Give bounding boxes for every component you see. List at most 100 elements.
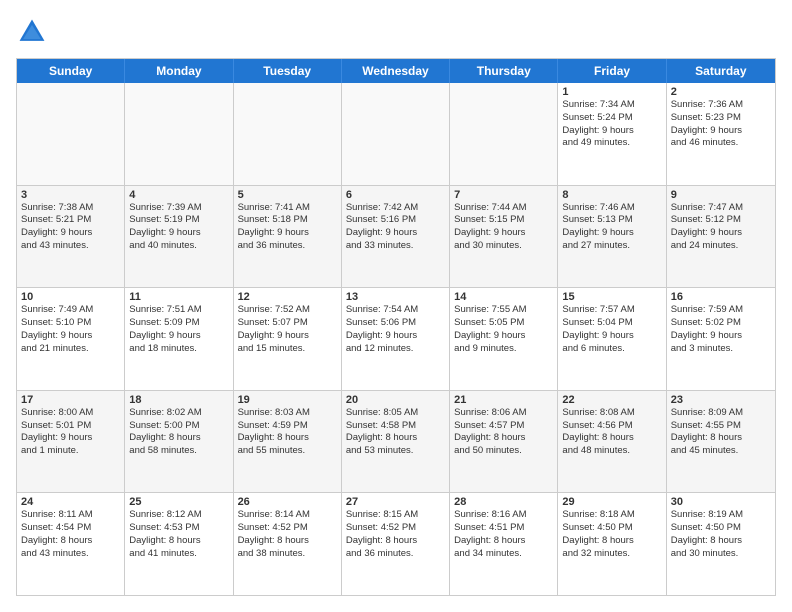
- day-cell: 19Sunrise: 8:03 AM Sunset: 4:59 PM Dayli…: [234, 391, 342, 493]
- day-cell: 4Sunrise: 7:39 AM Sunset: 5:19 PM Daylig…: [125, 186, 233, 288]
- day-cell: 23Sunrise: 8:09 AM Sunset: 4:55 PM Dayli…: [667, 391, 775, 493]
- header: [16, 16, 776, 48]
- day-number: 2: [671, 86, 771, 98]
- day-number: 4: [129, 189, 228, 201]
- day-info: Sunrise: 8:18 AM Sunset: 4:50 PM Dayligh…: [562, 509, 661, 560]
- day-cell: 24Sunrise: 8:11 AM Sunset: 4:54 PM Dayli…: [17, 493, 125, 595]
- empty-cell: [450, 83, 558, 185]
- logo: [16, 16, 52, 48]
- empty-cell: [342, 83, 450, 185]
- day-number: 18: [129, 394, 228, 406]
- calendar-row: 1Sunrise: 7:34 AM Sunset: 5:24 PM Daylig…: [17, 83, 775, 186]
- day-info: Sunrise: 8:00 AM Sunset: 5:01 PM Dayligh…: [21, 407, 120, 458]
- day-cell: 7Sunrise: 7:44 AM Sunset: 5:15 PM Daylig…: [450, 186, 558, 288]
- day-cell: 12Sunrise: 7:52 AM Sunset: 5:07 PM Dayli…: [234, 288, 342, 390]
- day-cell: 30Sunrise: 8:19 AM Sunset: 4:50 PM Dayli…: [667, 493, 775, 595]
- day-number: 9: [671, 189, 771, 201]
- day-number: 28: [454, 496, 553, 508]
- day-cell: 16Sunrise: 7:59 AM Sunset: 5:02 PM Dayli…: [667, 288, 775, 390]
- day-info: Sunrise: 7:59 AM Sunset: 5:02 PM Dayligh…: [671, 304, 771, 355]
- day-info: Sunrise: 8:05 AM Sunset: 4:58 PM Dayligh…: [346, 407, 445, 458]
- day-number: 23: [671, 394, 771, 406]
- weekday-header: Thursday: [450, 59, 558, 83]
- day-info: Sunrise: 7:44 AM Sunset: 5:15 PM Dayligh…: [454, 202, 553, 253]
- calendar-row: 24Sunrise: 8:11 AM Sunset: 4:54 PM Dayli…: [17, 493, 775, 595]
- day-cell: 14Sunrise: 7:55 AM Sunset: 5:05 PM Dayli…: [450, 288, 558, 390]
- day-number: 14: [454, 291, 553, 303]
- day-number: 11: [129, 291, 228, 303]
- day-number: 15: [562, 291, 661, 303]
- weekday-header: Monday: [125, 59, 233, 83]
- weekday-header: Sunday: [17, 59, 125, 83]
- day-info: Sunrise: 7:34 AM Sunset: 5:24 PM Dayligh…: [562, 99, 661, 150]
- day-info: Sunrise: 7:41 AM Sunset: 5:18 PM Dayligh…: [238, 202, 337, 253]
- day-number: 19: [238, 394, 337, 406]
- day-cell: 20Sunrise: 8:05 AM Sunset: 4:58 PM Dayli…: [342, 391, 450, 493]
- day-info: Sunrise: 7:49 AM Sunset: 5:10 PM Dayligh…: [21, 304, 120, 355]
- day-info: Sunrise: 7:54 AM Sunset: 5:06 PM Dayligh…: [346, 304, 445, 355]
- day-number: 16: [671, 291, 771, 303]
- day-cell: 29Sunrise: 8:18 AM Sunset: 4:50 PM Dayli…: [558, 493, 666, 595]
- day-cell: 5Sunrise: 7:41 AM Sunset: 5:18 PM Daylig…: [234, 186, 342, 288]
- day-info: Sunrise: 7:42 AM Sunset: 5:16 PM Dayligh…: [346, 202, 445, 253]
- day-number: 22: [562, 394, 661, 406]
- day-info: Sunrise: 7:57 AM Sunset: 5:04 PM Dayligh…: [562, 304, 661, 355]
- empty-cell: [125, 83, 233, 185]
- day-info: Sunrise: 7:36 AM Sunset: 5:23 PM Dayligh…: [671, 99, 771, 150]
- day-info: Sunrise: 7:39 AM Sunset: 5:19 PM Dayligh…: [129, 202, 228, 253]
- day-cell: 26Sunrise: 8:14 AM Sunset: 4:52 PM Dayli…: [234, 493, 342, 595]
- day-info: Sunrise: 8:06 AM Sunset: 4:57 PM Dayligh…: [454, 407, 553, 458]
- day-number: 21: [454, 394, 553, 406]
- empty-cell: [234, 83, 342, 185]
- weekday-header: Saturday: [667, 59, 775, 83]
- day-number: 24: [21, 496, 120, 508]
- page: SundayMondayTuesdayWednesdayThursdayFrid…: [0, 0, 792, 612]
- day-number: 12: [238, 291, 337, 303]
- day-info: Sunrise: 8:03 AM Sunset: 4:59 PM Dayligh…: [238, 407, 337, 458]
- day-info: Sunrise: 7:51 AM Sunset: 5:09 PM Dayligh…: [129, 304, 228, 355]
- day-cell: 15Sunrise: 7:57 AM Sunset: 5:04 PM Dayli…: [558, 288, 666, 390]
- day-info: Sunrise: 8:15 AM Sunset: 4:52 PM Dayligh…: [346, 509, 445, 560]
- calendar-row: 10Sunrise: 7:49 AM Sunset: 5:10 PM Dayli…: [17, 288, 775, 391]
- day-number: 13: [346, 291, 445, 303]
- weekday-header: Tuesday: [234, 59, 342, 83]
- calendar-body: 1Sunrise: 7:34 AM Sunset: 5:24 PM Daylig…: [17, 83, 775, 595]
- day-number: 17: [21, 394, 120, 406]
- day-info: Sunrise: 7:46 AM Sunset: 5:13 PM Dayligh…: [562, 202, 661, 253]
- logo-icon: [16, 16, 48, 48]
- day-cell: 27Sunrise: 8:15 AM Sunset: 4:52 PM Dayli…: [342, 493, 450, 595]
- day-cell: 3Sunrise: 7:38 AM Sunset: 5:21 PM Daylig…: [17, 186, 125, 288]
- weekday-header: Wednesday: [342, 59, 450, 83]
- calendar: SundayMondayTuesdayWednesdayThursdayFrid…: [16, 58, 776, 596]
- day-number: 30: [671, 496, 771, 508]
- day-info: Sunrise: 7:38 AM Sunset: 5:21 PM Dayligh…: [21, 202, 120, 253]
- day-cell: 11Sunrise: 7:51 AM Sunset: 5:09 PM Dayli…: [125, 288, 233, 390]
- day-info: Sunrise: 8:02 AM Sunset: 5:00 PM Dayligh…: [129, 407, 228, 458]
- day-number: 27: [346, 496, 445, 508]
- day-cell: 2Sunrise: 7:36 AM Sunset: 5:23 PM Daylig…: [667, 83, 775, 185]
- day-number: 1: [562, 86, 661, 98]
- day-number: 6: [346, 189, 445, 201]
- day-info: Sunrise: 8:14 AM Sunset: 4:52 PM Dayligh…: [238, 509, 337, 560]
- day-number: 5: [238, 189, 337, 201]
- calendar-header: SundayMondayTuesdayWednesdayThursdayFrid…: [17, 59, 775, 83]
- day-number: 20: [346, 394, 445, 406]
- calendar-row: 3Sunrise: 7:38 AM Sunset: 5:21 PM Daylig…: [17, 186, 775, 289]
- day-number: 3: [21, 189, 120, 201]
- day-info: Sunrise: 7:55 AM Sunset: 5:05 PM Dayligh…: [454, 304, 553, 355]
- day-info: Sunrise: 8:09 AM Sunset: 4:55 PM Dayligh…: [671, 407, 771, 458]
- day-cell: 1Sunrise: 7:34 AM Sunset: 5:24 PM Daylig…: [558, 83, 666, 185]
- day-cell: 28Sunrise: 8:16 AM Sunset: 4:51 PM Dayli…: [450, 493, 558, 595]
- day-info: Sunrise: 7:52 AM Sunset: 5:07 PM Dayligh…: [238, 304, 337, 355]
- day-info: Sunrise: 8:11 AM Sunset: 4:54 PM Dayligh…: [21, 509, 120, 560]
- day-info: Sunrise: 8:08 AM Sunset: 4:56 PM Dayligh…: [562, 407, 661, 458]
- day-info: Sunrise: 8:12 AM Sunset: 4:53 PM Dayligh…: [129, 509, 228, 560]
- weekday-header: Friday: [558, 59, 666, 83]
- day-number: 7: [454, 189, 553, 201]
- day-cell: 9Sunrise: 7:47 AM Sunset: 5:12 PM Daylig…: [667, 186, 775, 288]
- empty-cell: [17, 83, 125, 185]
- day-number: 29: [562, 496, 661, 508]
- day-cell: 21Sunrise: 8:06 AM Sunset: 4:57 PM Dayli…: [450, 391, 558, 493]
- day-number: 8: [562, 189, 661, 201]
- day-cell: 25Sunrise: 8:12 AM Sunset: 4:53 PM Dayli…: [125, 493, 233, 595]
